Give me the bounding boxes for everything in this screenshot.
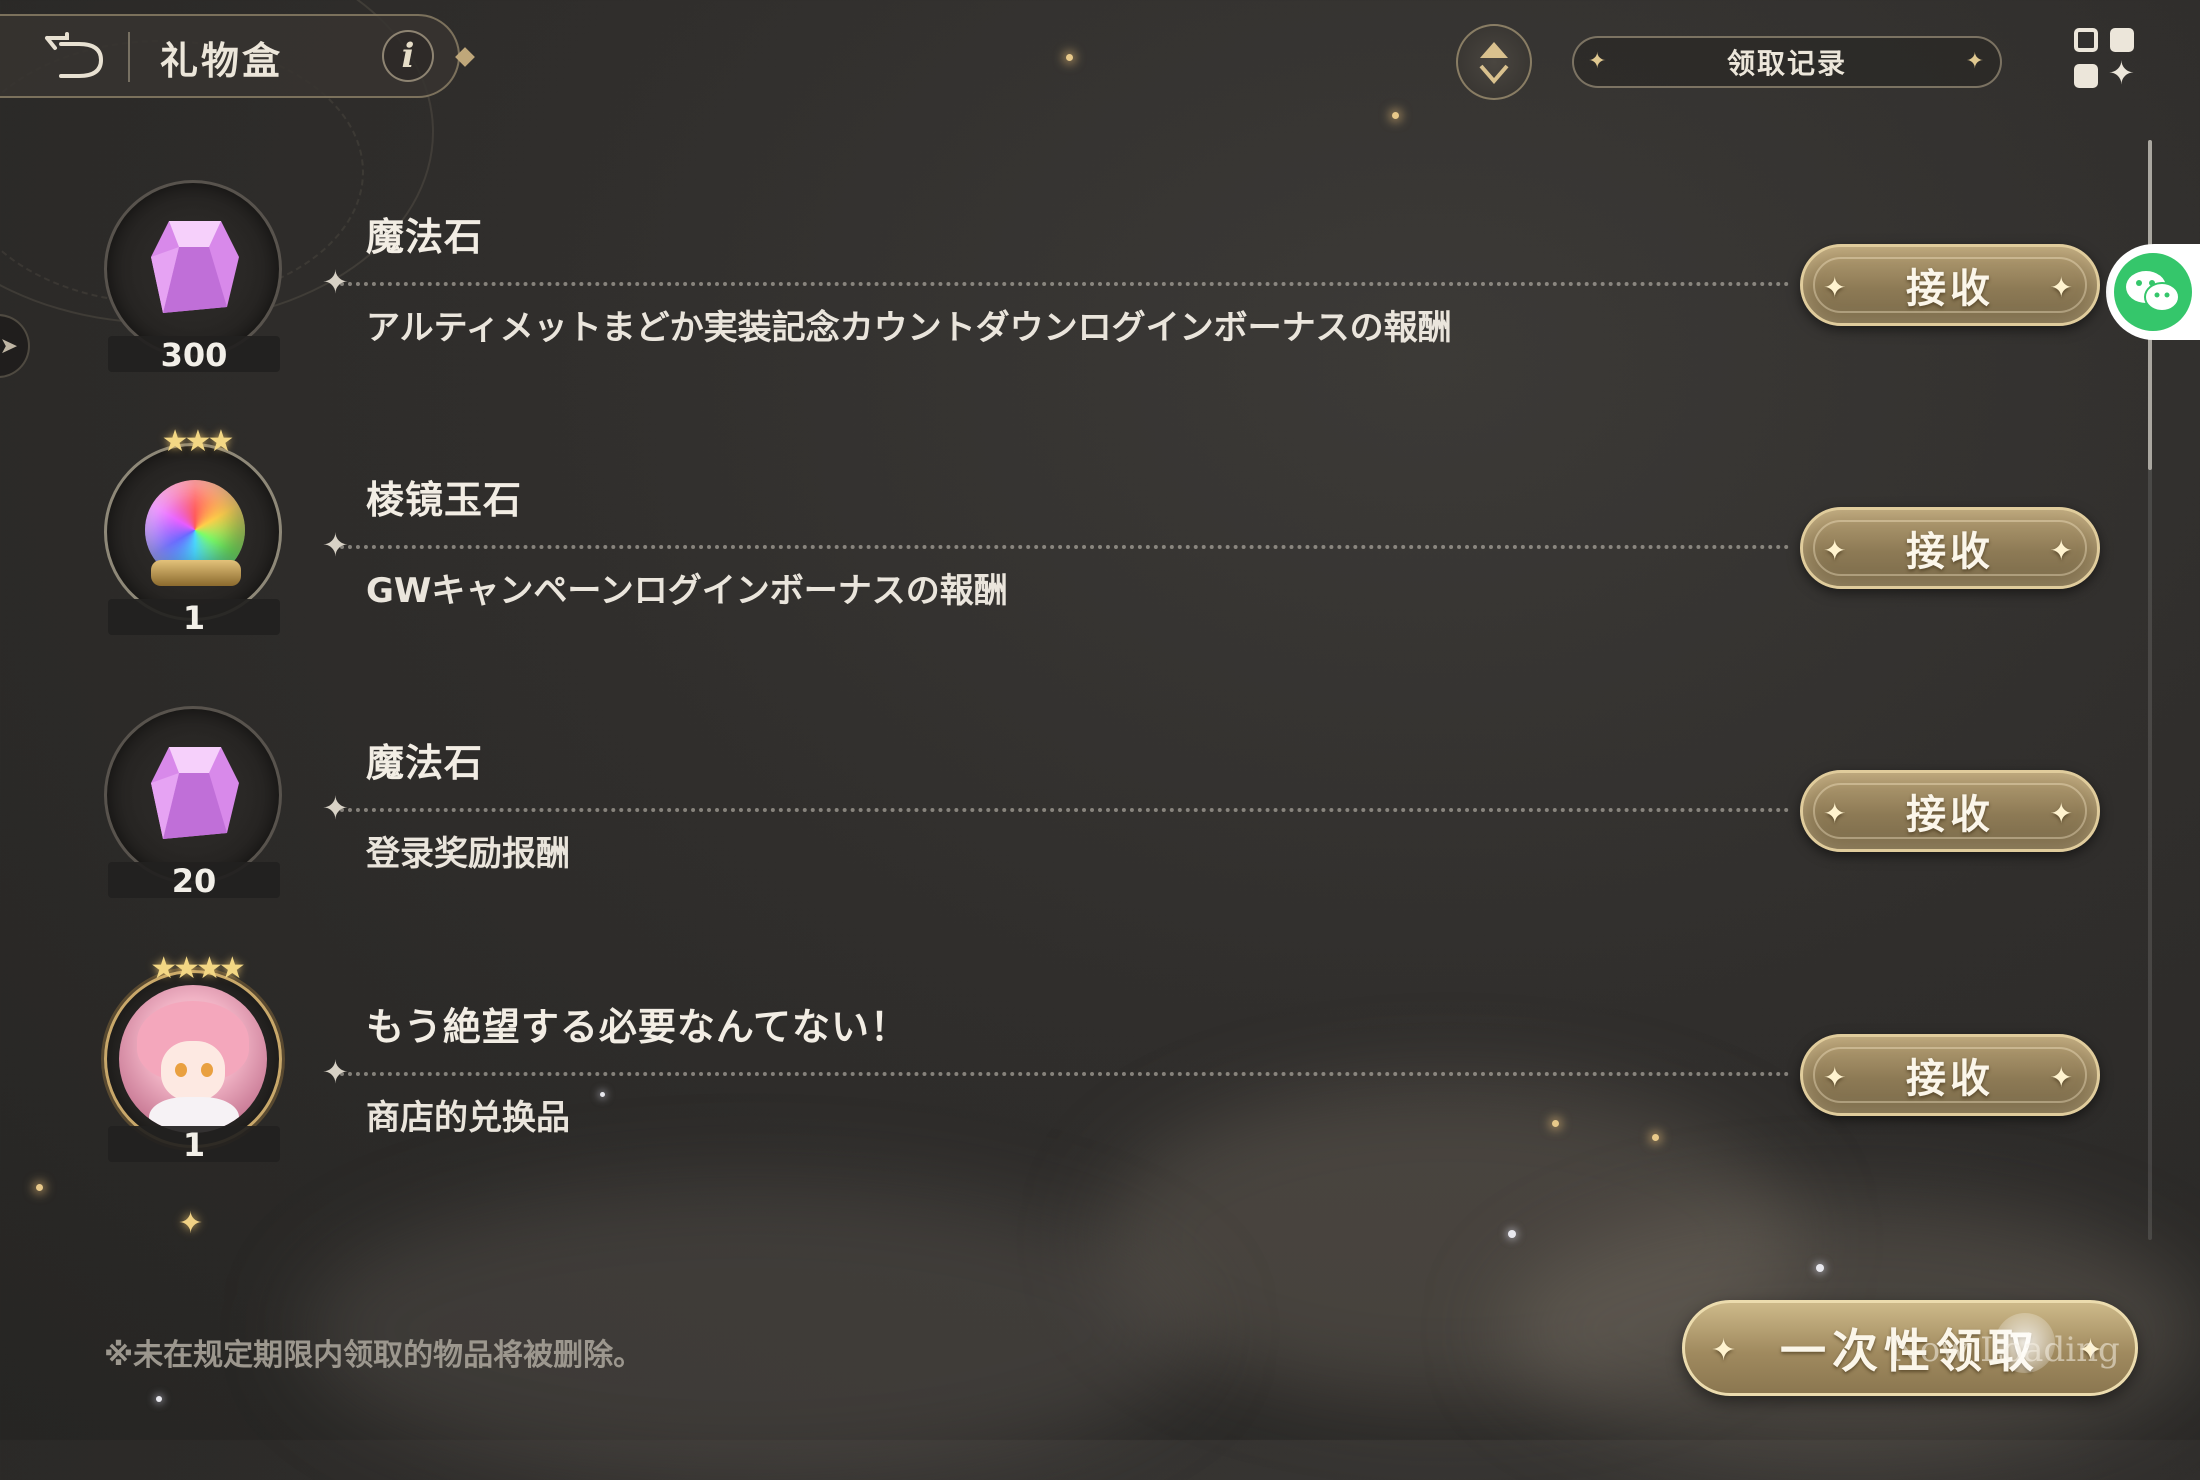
item-icon-frame (104, 180, 282, 358)
expiry-notice: ※未在规定期限内领取的物品将被删除。 (104, 1338, 644, 1373)
star-ornament-icon: ✦ (1823, 1061, 1851, 1094)
star-ornament-icon: ✦ (2049, 534, 2077, 567)
receive-button[interactable]: ✦ 接收 ✦ (1800, 244, 2100, 326)
claim-history-label: 领取记录 (1726, 47, 1847, 80)
star-ornament-icon: ✦ (1588, 49, 1609, 74)
sparkle (1816, 1264, 1824, 1272)
item-divider (340, 1072, 1790, 1076)
item-description: アルティメットまどか実装記念カウントダウンログインボーナスの報酬 (366, 308, 1452, 348)
sort-button[interactable] (1456, 24, 1532, 100)
item-divider (340, 282, 1790, 286)
gift-list-item: 300 魔法石 ✦ アルティメットまどか実装記念カウントダウンログインボーナスの… (0, 170, 2120, 400)
sort-order-icon (1479, 42, 1509, 84)
item-name: 魔法石 (366, 741, 484, 785)
item-name: もう絶望する必要なんてない！ (366, 1005, 909, 1049)
item-quantity: 1 (108, 1126, 280, 1164)
gift-list-item: 20 魔法石 ✦ 登录奖励报酬 ✦ 接收 ✦ (0, 696, 2120, 926)
receive-button[interactable]: ✦ 接收 ✦ (1800, 1034, 2100, 1116)
sparkle (156, 1396, 162, 1402)
receive-button[interactable]: ✦ 接收 ✦ (1800, 770, 2100, 852)
magic-stone-gem-icon (151, 221, 239, 313)
item-divider (340, 808, 1790, 812)
item-name: 棱镜玉石 (366, 478, 523, 522)
orb-stand-icon (151, 560, 241, 586)
loading-overlay-text: Now Loading (1890, 1330, 2120, 1370)
gift-list-item: ★★★ 1 棱镜玉石 ✦ GWキャンペーンログインボーナスの報酬 ✦ 接收 ✦ (0, 424, 2120, 663)
info-button[interactable]: i (382, 30, 434, 82)
page-title: 礼物盒 (160, 39, 284, 83)
star-ornament-icon: ✦ (1711, 1333, 1743, 1368)
star-ornament-icon: ✦ (1823, 797, 1851, 830)
star-ornament-icon: ✦ (2049, 1061, 2077, 1094)
sparkle (1392, 112, 1399, 119)
info-icon: i (401, 36, 415, 76)
item-description: GWキャンペーンログインボーナスの報酬 (366, 571, 1008, 611)
wechat-float-button[interactable] (2106, 244, 2200, 340)
receive-button[interactable]: ✦ 接收 ✦ (1800, 507, 2100, 589)
star-ornament-icon: ✦ (1823, 271, 1851, 304)
receive-label: 接收 (1906, 792, 1994, 838)
menu-button[interactable]: ✦ (2070, 24, 2140, 94)
back-button[interactable] (40, 26, 110, 86)
item-divider (340, 545, 1790, 549)
magic-stone-gem-icon (151, 747, 239, 839)
wechat-icon (2114, 253, 2192, 331)
grid-square-icon (2074, 28, 2098, 52)
sparkle (1508, 1230, 1516, 1238)
list-end-star-icon: ✦ (178, 1206, 204, 1241)
receive-label: 接收 (1906, 266, 1994, 312)
item-quantity: 20 (108, 862, 280, 900)
character-portrait-icon (119, 985, 267, 1133)
item-name: 魔法石 (366, 215, 484, 259)
sparkle (1066, 54, 1073, 61)
item-description: 登录奖励报酬 (366, 834, 570, 874)
rarity-stars: ★★★★ (150, 951, 246, 986)
rarity-stars: ★★★ (161, 424, 235, 459)
star-ornament-icon: ✦ (2049, 271, 2077, 304)
item-quantity: 1 (108, 599, 280, 637)
receive-label: 接收 (1906, 529, 1994, 575)
grid-square-icon (2110, 28, 2134, 52)
claim-history-button[interactable]: ✦ 领取记录 ✦ (1572, 36, 2002, 88)
item-icon-frame: ★★★★ (104, 951, 282, 1148)
receive-label: 接收 (1906, 1056, 1994, 1102)
title-divider (128, 32, 130, 82)
star-ornament-icon: ✦ (1965, 49, 1986, 74)
item-description: 商店的兑换品 (366, 1098, 570, 1138)
item-quantity: 300 (108, 336, 280, 374)
sparkle-star-icon: ✦ (2108, 54, 2135, 92)
star-ornament-icon: ✦ (1823, 534, 1851, 567)
grid-square-icon (2074, 64, 2098, 88)
star-ornament-icon: ✦ (2049, 797, 2077, 830)
gift-list-item: ★★★★ 1 もう絶望する必要なんてない！ ✦ 商店的兑换品 ✦ 接收 ✦ (0, 951, 2120, 1190)
item-icon-frame (104, 706, 282, 884)
item-icon-frame: ★★★ (104, 424, 282, 621)
back-arrow-icon (45, 32, 104, 78)
